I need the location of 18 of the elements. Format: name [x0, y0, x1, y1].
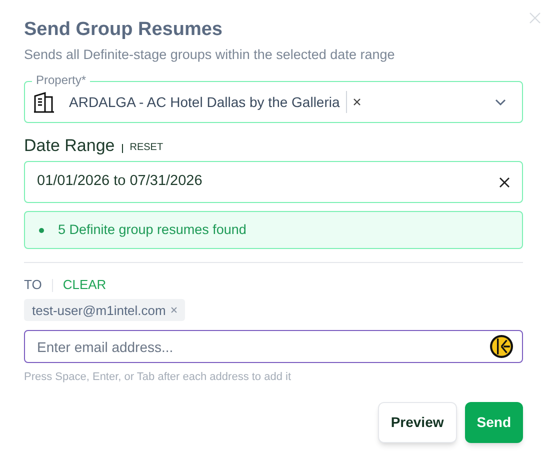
clear-icon[interactable]: [352, 98, 361, 106]
email-input[interactable]: Enter email address...: [24, 330, 523, 364]
property-value: ARDALGA - AC Hotel Dallas by the Galleria: [69, 92, 340, 112]
building-icon: [33, 91, 55, 114]
date-range-label: Date Range: [24, 135, 115, 158]
dialog-subtitle: Sends all Definite-stage groups within the selected date range: [24, 46, 396, 64]
to-label: TO: [24, 277, 42, 294]
reset-link[interactable]: RESET: [130, 140, 164, 156]
date-range-field[interactable]: 01/01/2026 to 07/31/2026: [24, 161, 523, 204]
alert-text: 5 Definite group resumes found: [58, 221, 246, 240]
preview-button[interactable]: Preview: [378, 402, 457, 443]
dialog-title: Send Group Resumes: [24, 18, 224, 42]
hint-text: Press Space, Enter, or Tab after each address to add it: [24, 370, 292, 386]
clear-icon[interactable]: [499, 176, 510, 188]
chip-text: test-user@m1intel.com: [32, 302, 166, 320]
chevron-down-icon[interactable]: [495, 98, 506, 106]
remove-icon[interactable]: [170, 307, 177, 314]
bullet-icon: [39, 228, 44, 233]
